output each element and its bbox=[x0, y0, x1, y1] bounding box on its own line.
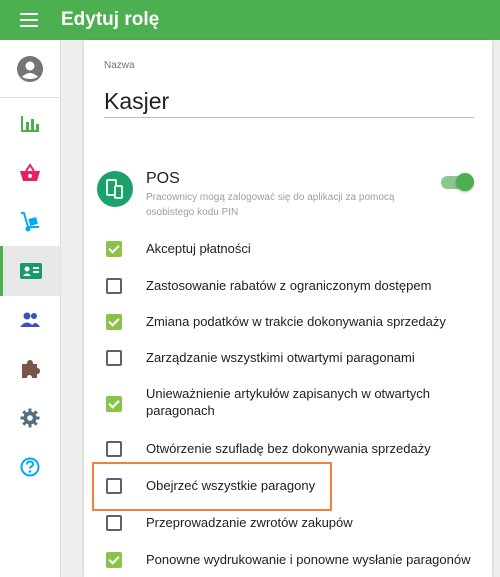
permission-label: Zmiana podatków w trakcie dokonywania sp… bbox=[146, 314, 446, 329]
permission-label: Akceptuj płatności bbox=[146, 241, 251, 256]
app-bar: Edytuj rolę bbox=[0, 0, 500, 40]
permission-label: Przeprowadzanie zwrotów zakupów bbox=[146, 515, 353, 530]
role-name-input[interactable] bbox=[104, 86, 474, 118]
help-icon bbox=[20, 457, 40, 477]
sidebar-item-employees[interactable] bbox=[0, 246, 60, 296]
puzzle-icon bbox=[22, 360, 40, 378]
pos-access-toggle[interactable] bbox=[441, 173, 474, 191]
checkbox[interactable] bbox=[106, 478, 122, 494]
avatar-section bbox=[0, 40, 60, 98]
checkbox[interactable] bbox=[106, 515, 122, 531]
pos-section-title: POS bbox=[146, 170, 180, 187]
sidebar-item-help[interactable] bbox=[0, 442, 60, 492]
name-field-label: Nazwa bbox=[104, 60, 135, 71]
checkbox[interactable] bbox=[106, 350, 122, 366]
people-icon bbox=[20, 312, 40, 327]
bar-chart-icon bbox=[21, 116, 39, 132]
gear-icon bbox=[20, 408, 40, 428]
checkbox[interactable] bbox=[106, 314, 122, 330]
toggle-knob bbox=[456, 173, 474, 191]
permission-label: Otwórzenie szufladę bez dokonywania sprz… bbox=[146, 441, 431, 456]
sidebar-item-sales[interactable] bbox=[0, 148, 60, 198]
avatar-icon[interactable] bbox=[17, 56, 43, 82]
sidebar-item-items[interactable] bbox=[0, 197, 60, 247]
permission-label: Unieważnienie artykułów zapisanych w otw… bbox=[146, 386, 430, 418]
pos-devices-icon bbox=[97, 171, 133, 207]
hand-truck-icon bbox=[21, 212, 39, 232]
hamburger-menu-icon[interactable] bbox=[20, 13, 38, 27]
sidebar-item-reports[interactable] bbox=[0, 99, 60, 149]
checkbox[interactable] bbox=[106, 441, 122, 457]
checkbox[interactable] bbox=[106, 241, 122, 257]
checkbox[interactable] bbox=[106, 278, 122, 294]
permission-label: Obejrzeć wszystkie paragony bbox=[146, 478, 316, 493]
sidebar-item-settings[interactable] bbox=[0, 393, 60, 443]
pos-section-description: Pracownicy mogą zalogować się do aplikac… bbox=[146, 192, 395, 218]
page-title: Edytuj rolę bbox=[61, 9, 160, 30]
sidebar bbox=[0, 40, 61, 577]
edit-role-card: Nazwa POS Pracownicy mogą zalogować się … bbox=[84, 40, 492, 577]
checkbox[interactable] bbox=[106, 552, 122, 568]
permission-label: Zarządzanie wszystkimi otwartymi paragon… bbox=[146, 350, 415, 365]
permission-label: Ponowne wydrukowanie i ponowne wysłanie … bbox=[146, 552, 471, 567]
employee-card-icon bbox=[20, 263, 42, 279]
sidebar-item-customers[interactable] bbox=[0, 295, 60, 345]
permission-label: Zastosowanie rabatów z ograniczonym dost… bbox=[146, 278, 432, 293]
basket-icon bbox=[20, 163, 40, 181]
checkbox[interactable] bbox=[106, 396, 122, 412]
sidebar-item-integrations[interactable] bbox=[0, 344, 60, 394]
